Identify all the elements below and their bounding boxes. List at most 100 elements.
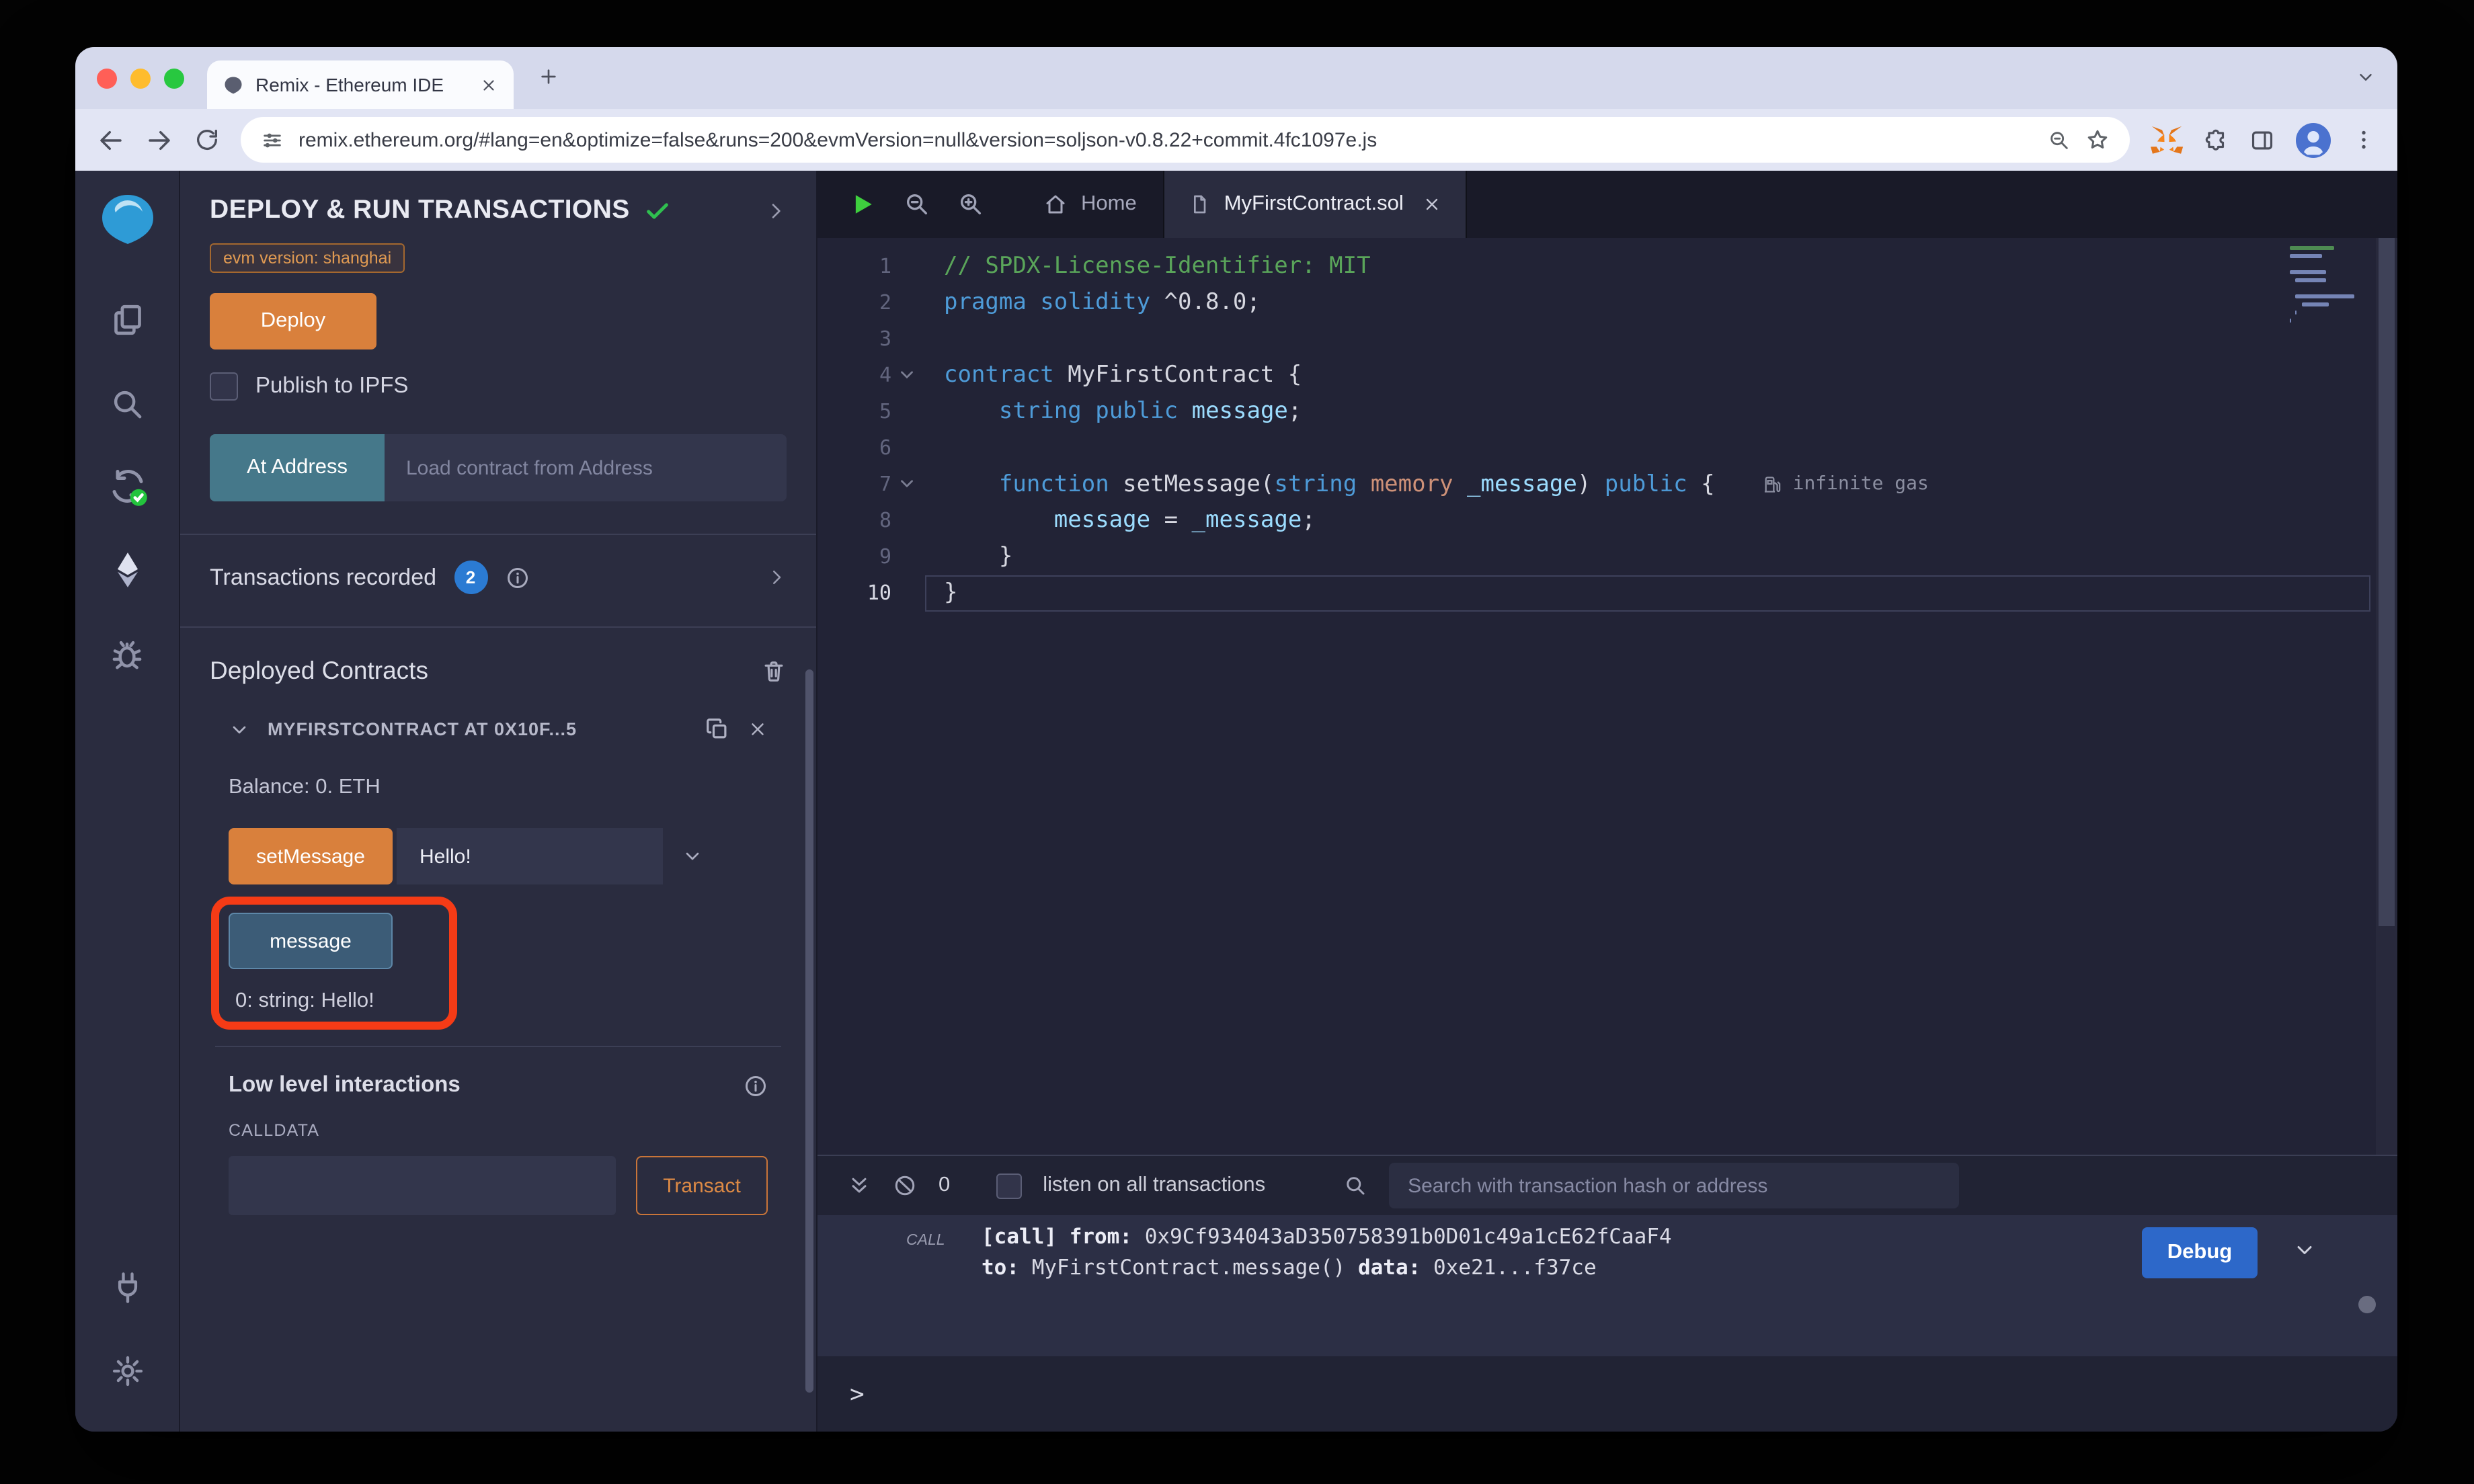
code-line-4[interactable]: 4 contract MyFirstContract { [817, 358, 2397, 394]
code-line-5[interactable]: 5 string public message; [817, 394, 2397, 430]
code-text: // SPDX-License-Identifier: MIT [944, 253, 1371, 280]
minimize-window-button[interactable] [130, 68, 151, 88]
panel-header: DEPLOY & RUN TRANSACTIONS [210, 195, 787, 226]
tab-myfirstcontract[interactable]: MyFirstContract.sol [1163, 171, 1467, 238]
editor-scrollbar-thumb[interactable] [2379, 238, 2395, 926]
zoom-out-icon[interactable] [904, 191, 930, 218]
remove-contract-icon[interactable] [748, 719, 768, 739]
listen-transactions-checkbox[interactable] [996, 1173, 1022, 1198]
log-to-key: to: [982, 1255, 1019, 1280]
collapse-terminal-icon[interactable] [847, 1173, 871, 1198]
deploy-button[interactable]: Deploy [210, 293, 376, 349]
bookmark-star-icon[interactable] [2085, 128, 2110, 152]
window-controls [97, 68, 184, 88]
calldata-row: Transact [229, 1156, 768, 1215]
new-tab-button[interactable] [538, 66, 559, 87]
tab-home[interactable]: Home [1016, 171, 1164, 238]
at-address-input[interactable] [385, 434, 787, 501]
code-lines: 1 // SPDX-License-Identifier: MIT 2 pragma … [817, 238, 2397, 612]
contract-address-label: MYFIRSTCONTRACT AT 0X10F...5 [268, 719, 577, 739]
remix-favicon-icon [223, 75, 243, 95]
code-line-1[interactable]: 1 // SPDX-License-Identifier: MIT [817, 249, 2397, 285]
panel-scrollbar[interactable] [805, 171, 815, 1432]
close-tab-icon[interactable] [1423, 195, 1441, 214]
copy-address-icon[interactable] [705, 716, 730, 742]
set-message-button[interactable]: setMessage [229, 828, 393, 884]
tab-close-icon[interactable] [480, 76, 497, 93]
minimap-line [2301, 302, 2329, 306]
terminal-search-input[interactable] [1389, 1163, 1960, 1208]
site-settings-icon[interactable] [261, 128, 284, 151]
expand-args-icon[interactable] [682, 846, 703, 867]
terminal-search-icon [1343, 1173, 1367, 1198]
solidity-compiler-icon[interactable] [75, 445, 179, 528]
solidity-file-icon [1189, 194, 1211, 215]
code-line-7[interactable]: 7 function setMessage(string memory _mes… [817, 466, 2397, 503]
code-line-8[interactable]: 8 message = _message; [817, 503, 2397, 539]
run-script-icon[interactable] [847, 190, 877, 219]
transactions-recorded-row: Transactions recorded 2 [210, 561, 787, 594]
file-explorer-icon[interactable] [75, 278, 179, 362]
low-level-info-icon[interactable] [744, 1073, 768, 1098]
back-button[interactable] [97, 126, 125, 154]
browser-menu-icon[interactable] [2352, 128, 2376, 152]
clear-console-icon[interactable] [893, 1173, 917, 1198]
metamask-extension-icon[interactable] [2150, 124, 2184, 155]
code-line-2[interactable]: 2 pragma solidity ^0.8.0; [817, 285, 2397, 321]
terminal: 0 listen on all transactions CALL [call]… [817, 1155, 2397, 1432]
code-line-3[interactable]: 3 [817, 321, 2397, 358]
code-text: string public message; [998, 398, 1302, 425]
plugin-manager-icon[interactable] [75, 1246, 179, 1329]
editor-tabbar: Home MyFirstContract.sol [817, 171, 2397, 238]
terminal-indicator-dot [2358, 1296, 2376, 1313]
search-icon[interactable] [75, 362, 179, 445]
transact-button[interactable]: Transact [636, 1156, 768, 1215]
terminal-prompt[interactable]: > [817, 1356, 2397, 1432]
code-line-9[interactable]: 9 } [817, 539, 2397, 575]
editor-scrollbar[interactable] [2376, 238, 2397, 1155]
browser-tab[interactable]: Remix - Ethereum IDE [207, 60, 514, 109]
zoom-in-icon[interactable] [957, 191, 984, 218]
expand-log-icon[interactable] [2292, 1238, 2317, 1262]
message-button[interactable]: message [229, 913, 393, 969]
contract-card-header[interactable]: MYFIRSTCONTRACT AT 0X10F...5 [229, 716, 768, 742]
divider [215, 1046, 781, 1047]
line-number: 9 [879, 544, 891, 569]
code-line-10[interactable]: 10} [817, 575, 2397, 612]
url-bar[interactable]: remix.ethereum.org/#lang=en&optimize=fal… [241, 117, 2130, 163]
minimap[interactable] [2290, 246, 2368, 323]
publish-ipfs-checkbox[interactable] [210, 372, 238, 401]
settings-icon[interactable] [75, 1329, 179, 1413]
line-number: 4 [817, 358, 925, 394]
zoom-icon[interactable] [2048, 128, 2071, 151]
calldata-label: CALLDATA [229, 1121, 320, 1140]
set-message-input[interactable] [397, 828, 663, 884]
collapse-contract-icon[interactable] [229, 718, 250, 740]
transactions-recorded-label: Transactions recorded [210, 564, 437, 589]
panel-expand-icon[interactable] [765, 200, 787, 221]
tab-search-chevron-icon[interactable] [2356, 67, 2376, 87]
code-line-6[interactable]: 6 [817, 430, 2397, 466]
at-address-button[interactable]: At Address [210, 434, 385, 501]
extensions-icon[interactable] [2204, 127, 2229, 153]
reload-button[interactable] [194, 126, 221, 153]
maximize-window-button[interactable] [164, 68, 184, 88]
remix-logo[interactable] [97, 192, 157, 249]
forward-button[interactable] [145, 126, 173, 154]
close-window-button[interactable] [97, 68, 117, 88]
line-number: 6 [879, 436, 891, 460]
transactions-info-icon[interactable] [505, 565, 529, 589]
success-check-icon [645, 197, 672, 224]
panel-scrollbar-thumb[interactable] [805, 669, 813, 1393]
side-panel-icon[interactable] [2249, 127, 2275, 153]
log-data-key: data: [1357, 1255, 1421, 1280]
code-editor[interactable]: 1 // SPDX-License-Identifier: MIT 2 pragma … [817, 238, 2397, 1155]
debugger-icon[interactable] [75, 612, 179, 695]
debug-button[interactable]: Debug [2142, 1227, 2258, 1278]
transactions-expand-icon[interactable] [766, 567, 787, 587]
profile-avatar[interactable] [2295, 122, 2331, 158]
deploy-run-icon[interactable] [75, 528, 179, 612]
clear-contracts-icon[interactable] [761, 658, 787, 684]
calldata-input[interactable] [229, 1156, 616, 1215]
low-level-header: Low level interactions [229, 1073, 768, 1098]
